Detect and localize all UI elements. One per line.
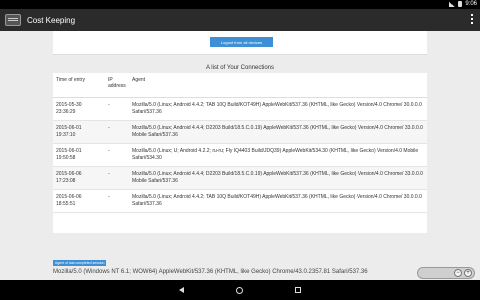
cell-time: 2015-06-06 17:23:08	[53, 166, 105, 190]
battery-icon	[458, 1, 463, 7]
table-row: 2015-06-01 19:50:58 - Mozilla/5.0 (Linux…	[53, 143, 427, 167]
cell-time: 2015-05-30 23:36:29	[53, 97, 105, 121]
zoom-control: − +	[417, 267, 475, 279]
overflow-menu-icon[interactable]	[471, 14, 474, 24]
connections-table-card: Time of entry IP address Agent 2015-05-3…	[53, 73, 427, 233]
connections-title: A list of Your Connections	[205, 65, 275, 71]
home-icon[interactable]	[236, 286, 243, 294]
logout-all-button[interactable]: Logout from all devices	[210, 37, 273, 47]
status-icons: 9:06	[449, 1, 477, 7]
cell-time: 2015-06-01 19:37:10	[53, 120, 105, 144]
app-title: Cost Keeping	[27, 15, 76, 25]
cell-time: 2015-06-06 18:55:51	[53, 189, 105, 213]
cell-agent: Mozilla/5.0 (Linux; Android 4.4.2; TAB 1…	[129, 97, 427, 121]
last-session-agent: Mozilla/5.0 (Windows NT 6.1; WOW64) Appl…	[53, 269, 368, 275]
status-bar: 9:06	[0, 0, 480, 9]
cell-agent: Mozilla/5.0 (Linux; U; Android 4.2.2; ru…	[129, 143, 427, 167]
cell-agent: Mozilla/5.0 (Linux; Android 4.4.4; D2203…	[129, 166, 427, 190]
signal-icon	[449, 1, 456, 7]
table-row: 2015-06-01 19:37:10 - Mozilla/5.0 (Linux…	[53, 120, 427, 144]
app-icon[interactable]	[5, 14, 21, 26]
cell-ip: -	[105, 166, 129, 190]
zoom-in-button[interactable]: +	[464, 269, 472, 277]
action-bar: Cost Keeping	[0, 9, 480, 31]
table-row: 2015-06-06 18:55:51 - Mozilla/5.0 (Linux…	[53, 189, 427, 213]
status-time: 9:06	[465, 1, 477, 7]
main-content: Logout from all devices A list of Your C…	[0, 31, 480, 260]
table-row: 2015-05-30 23:36:29 - Mozilla/5.0 (Linux…	[53, 97, 427, 121]
connections-table: Time of entry IP address Agent 2015-05-3…	[53, 73, 427, 213]
header-ip: IP address	[105, 73, 129, 98]
header-time: Time of entry	[53, 73, 105, 98]
back-icon[interactable]	[179, 287, 184, 293]
navigation-bar	[0, 280, 480, 300]
header-agent: Agent	[129, 73, 427, 98]
recent-apps-icon[interactable]	[295, 287, 301, 293]
table-header-row: Time of entry IP address Agent	[53, 73, 427, 98]
cell-ip: -	[105, 120, 129, 144]
logout-panel: Logout from all devices	[53, 31, 427, 55]
zoom-out-button[interactable]: −	[454, 269, 462, 277]
cell-ip: -	[105, 143, 129, 167]
last-session-badge: Agent of last completed session	[53, 260, 107, 266]
cell-ip: -	[105, 189, 129, 213]
cell-ip: -	[105, 97, 129, 121]
cell-agent: Mozilla/5.0 (Linux; Android 4.4.4; D2203…	[129, 120, 427, 144]
cell-time: 2015-06-01 19:50:58	[53, 143, 105, 167]
cell-agent: Mozilla/5.0 (Linux; Android 4.4.2; TAB 1…	[129, 189, 427, 213]
table-row: 2015-06-06 17:23:08 - Mozilla/5.0 (Linux…	[53, 166, 427, 190]
